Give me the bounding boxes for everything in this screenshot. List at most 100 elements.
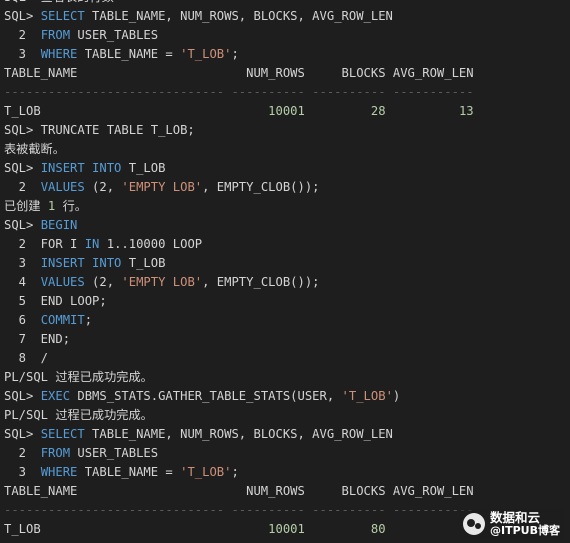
console-text: 行。 bbox=[55, 199, 87, 213]
console-text: PL/SQL 过程已成功完成。 bbox=[4, 370, 153, 384]
sql-keyword: SELECT bbox=[40, 427, 85, 441]
console-line: SQL> EXEC DBMS_STATS.GATHER_TABLE_STATS(… bbox=[4, 387, 570, 406]
console-line: 2 FOR I IN 1..10000 LOOP bbox=[4, 235, 570, 254]
console-text: TABLE_NAME = bbox=[77, 47, 181, 61]
console-text: 1..10000 LOOP bbox=[99, 237, 203, 251]
console-line: SQL> INSERT INTO T_LOB bbox=[4, 159, 570, 178]
console-text: TABLE_NAME NUM_ROWS BLOCKS AVG_ROW_LEN bbox=[4, 66, 474, 80]
sql-string: 'T_LOB' bbox=[341, 389, 393, 403]
console-line: 2 FROM USER_TABLES bbox=[4, 26, 570, 45]
console-text: USER_TABLES bbox=[70, 28, 159, 42]
sql-keyword: INSERT INTO bbox=[40, 256, 122, 270]
watermark-subtitle: @ITPUB博客 bbox=[490, 524, 560, 537]
numeric-value: 10001 bbox=[268, 522, 305, 536]
console-line: PL/SQL 过程已成功完成。 bbox=[4, 368, 570, 387]
console-text: 7 END; bbox=[4, 332, 71, 346]
console-text: SQL> bbox=[4, 427, 41, 441]
console-text: TABLE_NAME NUM_ROWS BLOCKS AVG_ROW_LEN bbox=[4, 484, 474, 498]
numeric-value: 80 bbox=[370, 522, 386, 536]
console-line: 4 VALUES (2, 'EMPTY LOB', EMPTY_CLOB()); bbox=[4, 273, 570, 292]
console-text: SQL> 查看表的行数 bbox=[4, 0, 114, 4]
console-line: SQL> 查看表的行数 bbox=[4, 0, 570, 7]
console-line: ------------------------------ ---------… bbox=[4, 83, 570, 102]
column-separator: ------------------------------ ---------… bbox=[4, 85, 474, 99]
sql-console-output: SQL> 查看表的行数 SQL> SELECT TABLE_NAME, NUM_R… bbox=[0, 0, 570, 543]
sql-string: 'EMPTY LOB' bbox=[121, 275, 203, 289]
console-line: 表被截断。 bbox=[4, 140, 570, 159]
watermark-title: 数据和云 bbox=[490, 510, 541, 525]
sql-keyword: IN bbox=[84, 237, 100, 251]
sql-keyword: BEGIN bbox=[40, 218, 78, 232]
console-text: 2 bbox=[4, 28, 41, 42]
console-line: SQL> SELECT TABLE_NAME, NUM_ROWS, BLOCKS… bbox=[4, 7, 570, 26]
console-line: T_LOB 10001 28 13 bbox=[4, 102, 570, 121]
console-text: , EMPTY_CLOB()); bbox=[202, 180, 320, 194]
sql-string: 'T_LOB' bbox=[180, 465, 232, 479]
console-text: 2 FOR I bbox=[4, 237, 85, 251]
console-text: 6 bbox=[4, 313, 41, 327]
console-text: 表被截断。 bbox=[4, 142, 65, 156]
console-line: 2 FROM USER_TABLES bbox=[4, 444, 570, 463]
sql-string: 'EMPTY LOB' bbox=[121, 180, 203, 194]
console-text: , EMPTY_CLOB()); bbox=[202, 275, 320, 289]
console-text: SQL> TRUNCATE TABLE T_LOB; bbox=[4, 123, 195, 137]
console-line: TABLE_NAME NUM_ROWS BLOCKS AVG_ROW_LEN bbox=[4, 482, 570, 501]
console-text: 3 bbox=[4, 256, 41, 270]
sql-keyword: INSERT INTO bbox=[40, 161, 122, 175]
console-text: 5 END LOOP; bbox=[4, 294, 107, 308]
console-text: DBMS_STATS.GATHER_TABLE_STATS(USER, bbox=[70, 389, 342, 403]
console-text: 已创建 bbox=[4, 199, 48, 213]
console-line: 3 WHERE TABLE_NAME = 'T_LOB'; bbox=[4, 463, 570, 482]
sql-keyword: VALUES bbox=[40, 180, 85, 194]
console-text: T_LOB bbox=[4, 522, 269, 536]
wechat-logo-icon bbox=[463, 513, 486, 535]
console-text: ) bbox=[392, 389, 401, 403]
sql-keyword: WHERE bbox=[40, 47, 78, 61]
sql-keyword: WHERE bbox=[40, 465, 78, 479]
console-text: SQL> bbox=[4, 9, 41, 23]
sql-keyword: FROM bbox=[40, 446, 71, 460]
numeric-value: 10001 bbox=[268, 104, 305, 118]
console-line: 2 VALUES (2, 'EMPTY LOB', EMPTY_CLOB()); bbox=[4, 178, 570, 197]
sql-keyword: COMMIT bbox=[40, 313, 85, 327]
console-text: ; bbox=[231, 47, 239, 61]
console-text: TABLE_NAME = bbox=[77, 465, 181, 479]
column-separator: ------------------------------ ---------… bbox=[4, 503, 474, 517]
console-line: 3 WHERE TABLE_NAME = 'T_LOB'; bbox=[4, 45, 570, 64]
console-text: 4 bbox=[4, 275, 41, 289]
console-text: ; bbox=[84, 313, 93, 327]
sql-keyword: SELECT bbox=[40, 9, 85, 23]
console-text: T_LOB bbox=[121, 256, 166, 270]
console-text: PL/SQL 过程已成功完成。 bbox=[4, 408, 153, 422]
sql-keyword: VALUES bbox=[40, 275, 85, 289]
console-text: ; bbox=[231, 465, 239, 479]
sql-string: 'T_LOB' bbox=[180, 47, 232, 61]
console-text: (2, bbox=[84, 180, 122, 194]
console-line: 6 COMMIT; bbox=[4, 311, 570, 330]
console-line: SQL> BEGIN bbox=[4, 216, 570, 235]
console-text: 2 bbox=[4, 446, 41, 460]
console-line: PL/SQL 过程已成功完成。 bbox=[4, 406, 570, 425]
console-line: TABLE_NAME NUM_ROWS BLOCKS AVG_ROW_LEN bbox=[4, 64, 570, 83]
sql-keyword: FROM bbox=[40, 28, 71, 42]
console-text: T_LOB bbox=[121, 161, 166, 175]
console-line: 3 INSERT INTO T_LOB bbox=[4, 254, 570, 273]
console-line: SQL> TRUNCATE TABLE T_LOB; bbox=[4, 121, 570, 140]
console-text: 3 bbox=[4, 47, 41, 61]
console-text: (2, bbox=[84, 275, 122, 289]
console-line: 已创建 1 行。 bbox=[4, 197, 570, 216]
console-text: USER_TABLES bbox=[70, 446, 159, 460]
console-text: 3 bbox=[4, 465, 41, 479]
console-text: TABLE_NAME, NUM_ROWS, BLOCKS, AVG_ROW_LE… bbox=[84, 427, 393, 441]
console-line: 5 END LOOP; bbox=[4, 292, 570, 311]
console-lines: SQL> 查看表的行数 SQL> SELECT TABLE_NAME, NUM_R… bbox=[4, 0, 570, 539]
console-line: 7 END; bbox=[4, 330, 570, 349]
console-text: T_LOB bbox=[4, 104, 269, 118]
console-line: 8 / bbox=[4, 349, 570, 368]
watermark: 数据和云 @ITPUB博客 bbox=[459, 509, 564, 539]
sql-keyword: EXEC bbox=[40, 389, 71, 403]
watermark-text: 数据和云 @ITPUB博客 bbox=[490, 511, 560, 537]
